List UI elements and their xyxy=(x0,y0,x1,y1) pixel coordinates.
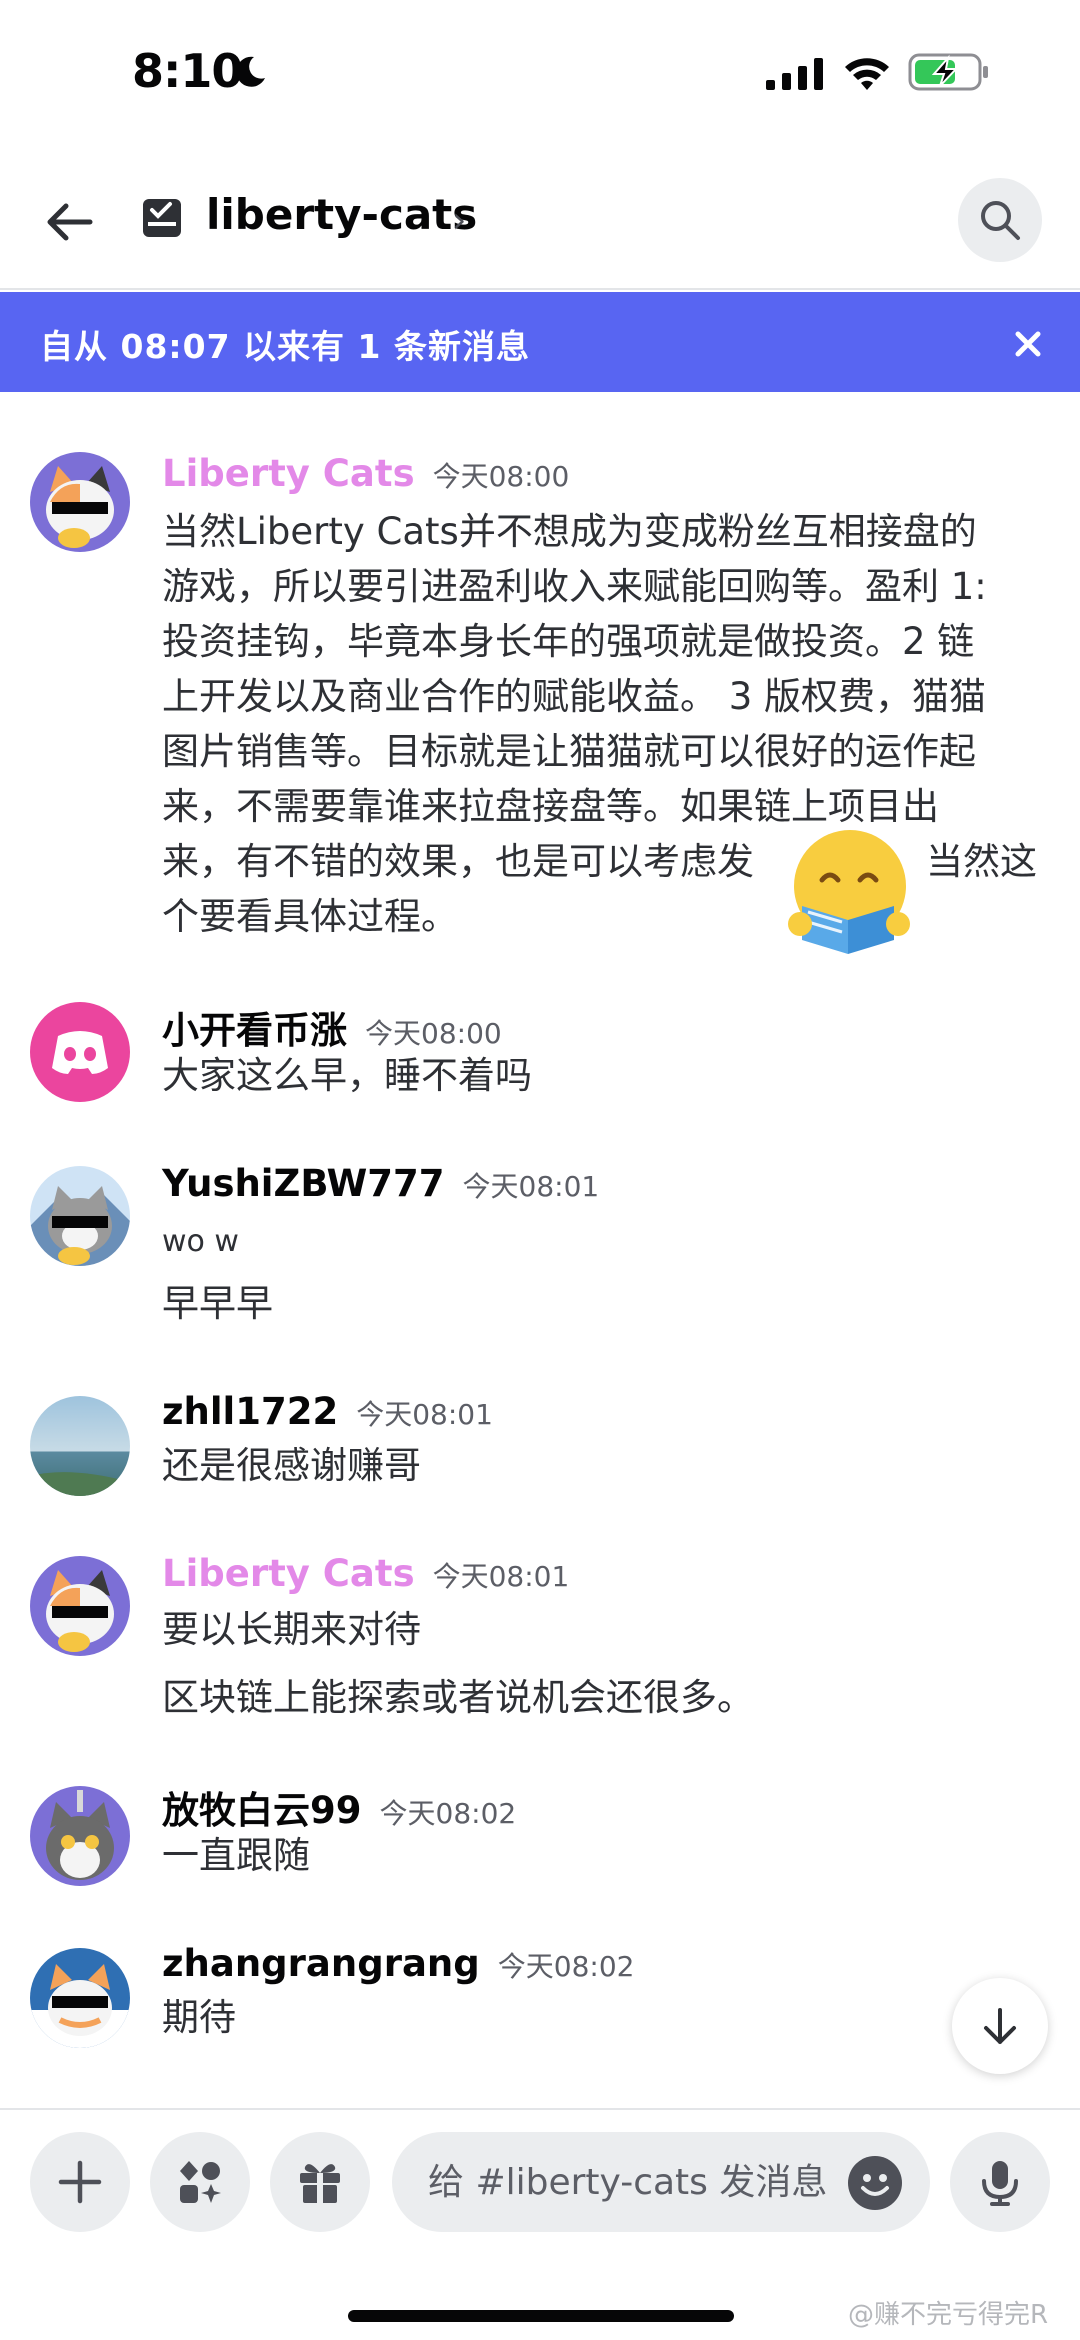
message-text-line: 早早早 xyxy=(162,1282,273,1325)
avatar[interactable] xyxy=(30,1786,130,1886)
gift-button[interactable] xyxy=(270,2132,370,2232)
message-author[interactable]: zhll1722 xyxy=(162,1390,338,1433)
message-author[interactable]: 放牧白云99 xyxy=(162,1789,362,1832)
message-text-line: 要以长期来对待 xyxy=(162,1608,421,1651)
avatar[interactable] xyxy=(30,1166,130,1266)
arrow-left-icon[interactable] xyxy=(38,190,102,254)
avatar[interactable] xyxy=(30,452,130,552)
message-text-line: 来，有不错的效果，也是可以考虑发 xyxy=(162,840,754,883)
message-author[interactable]: Liberty Cats xyxy=(162,452,415,495)
message-text-line: 上开发以及商业合作的赋能收益。 3 版权费，猫猫 xyxy=(162,675,987,718)
message-text-line: wo w xyxy=(162,1224,239,1259)
message-timestamp: 今天08:02 xyxy=(497,1950,635,1983)
new-messages-banner[interactable]: 自从 08:07 以来有 1 条新消息 xyxy=(0,292,1080,392)
message-text-line: 个要看具体过程。 xyxy=(162,895,458,938)
message-text-line: 期待 xyxy=(162,1996,236,2039)
message-author[interactable]: zhangrangrang xyxy=(162,1942,480,1985)
apps-button[interactable] xyxy=(150,2132,250,2232)
message-timestamp: 今天08:00 xyxy=(432,460,570,493)
message-timestamp: 今天08:01 xyxy=(462,1170,600,1203)
message-text-line: 当然这 xyxy=(926,840,1037,883)
message-text-line: 大家这么早，睡不着吗 xyxy=(162,1054,532,1097)
apps-icon xyxy=(180,2161,221,2203)
message-author[interactable]: 小开看币涨 xyxy=(162,1009,347,1052)
emoji-icon xyxy=(861,2174,889,2196)
message-text-line: 投资挂钩，毕竟本身长年的强项就是做投资。2 链 xyxy=(162,620,975,663)
message-text-line: 一直跟随 xyxy=(162,1834,310,1877)
channel-title[interactable]: liberty-cats xyxy=(206,190,477,239)
message-timestamp: 今天08:01 xyxy=(356,1398,493,1431)
avatar[interactable] xyxy=(30,1002,130,1102)
new-messages-text: 自从 08:07 以来有 1 条新消息 xyxy=(40,327,530,366)
channel-checkbox-icon xyxy=(143,199,181,237)
moon-icon xyxy=(236,56,265,87)
microphone-icon xyxy=(982,2161,1018,2206)
emoji-button[interactable] xyxy=(848,2156,902,2210)
message-text-line: 还是很感谢赚哥 xyxy=(162,1444,421,1487)
plus-icon xyxy=(58,2160,102,2204)
message-author[interactable]: Liberty Cats xyxy=(162,1552,415,1595)
voice-message-button[interactable] xyxy=(950,2132,1050,2232)
reading-emoji-sticker xyxy=(788,830,910,954)
gift-icon xyxy=(300,2164,340,2203)
close-icon[interactable] xyxy=(1008,324,1048,364)
search-button[interactable] xyxy=(958,178,1042,262)
message-text-line: 来，不需要靠谁来拉盘接盘等。如果链上项目出 xyxy=(162,785,939,828)
cellular-signal-icon xyxy=(766,58,823,90)
home-indicator xyxy=(348,2310,734,2322)
message-timestamp: 今天08:01 xyxy=(432,1560,570,1593)
message-timestamp: 今天08:02 xyxy=(379,1797,517,1830)
search-icon xyxy=(981,201,1020,240)
status-time: 8:10 xyxy=(132,44,243,98)
scroll-to-bottom-button[interactable] xyxy=(952,1978,1048,2074)
avatar[interactable] xyxy=(30,1556,130,1656)
avatar[interactable] xyxy=(30,1948,130,2048)
message-text-line: 当然Liberty Cats并不想成为变成粉丝互相接盘的 xyxy=(162,510,977,553)
chevron-right-icon[interactable]: › xyxy=(452,200,466,241)
avatar[interactable] xyxy=(30,1396,130,1496)
message-timestamp: 今天08:00 xyxy=(365,1017,502,1050)
message-text-line: 图片销售等。目标就是让猫猫就可以很好的运作起 xyxy=(162,730,976,773)
message-text-line: 游戏，所以要引进盈利收入来赋能回购等。盈利 1: xyxy=(162,565,987,608)
battery-charging-icon xyxy=(908,53,988,91)
message-text-line: 区块链上能探索或者说机会还很多。 xyxy=(162,1676,754,1719)
wifi-icon xyxy=(845,58,889,90)
message-author[interactable]: YushiZBW777 xyxy=(162,1162,445,1205)
watermark: @赚不完亏得完R xyxy=(848,2300,1049,2330)
add-attachment-button[interactable] xyxy=(30,2132,130,2232)
message-composer: @赚不完亏得完R xyxy=(0,2108,1080,2340)
status-bar: 8:10 xyxy=(0,0,1080,150)
channel-header: liberty-cats › xyxy=(0,150,1080,290)
arrow-down-icon xyxy=(984,2008,1016,2044)
